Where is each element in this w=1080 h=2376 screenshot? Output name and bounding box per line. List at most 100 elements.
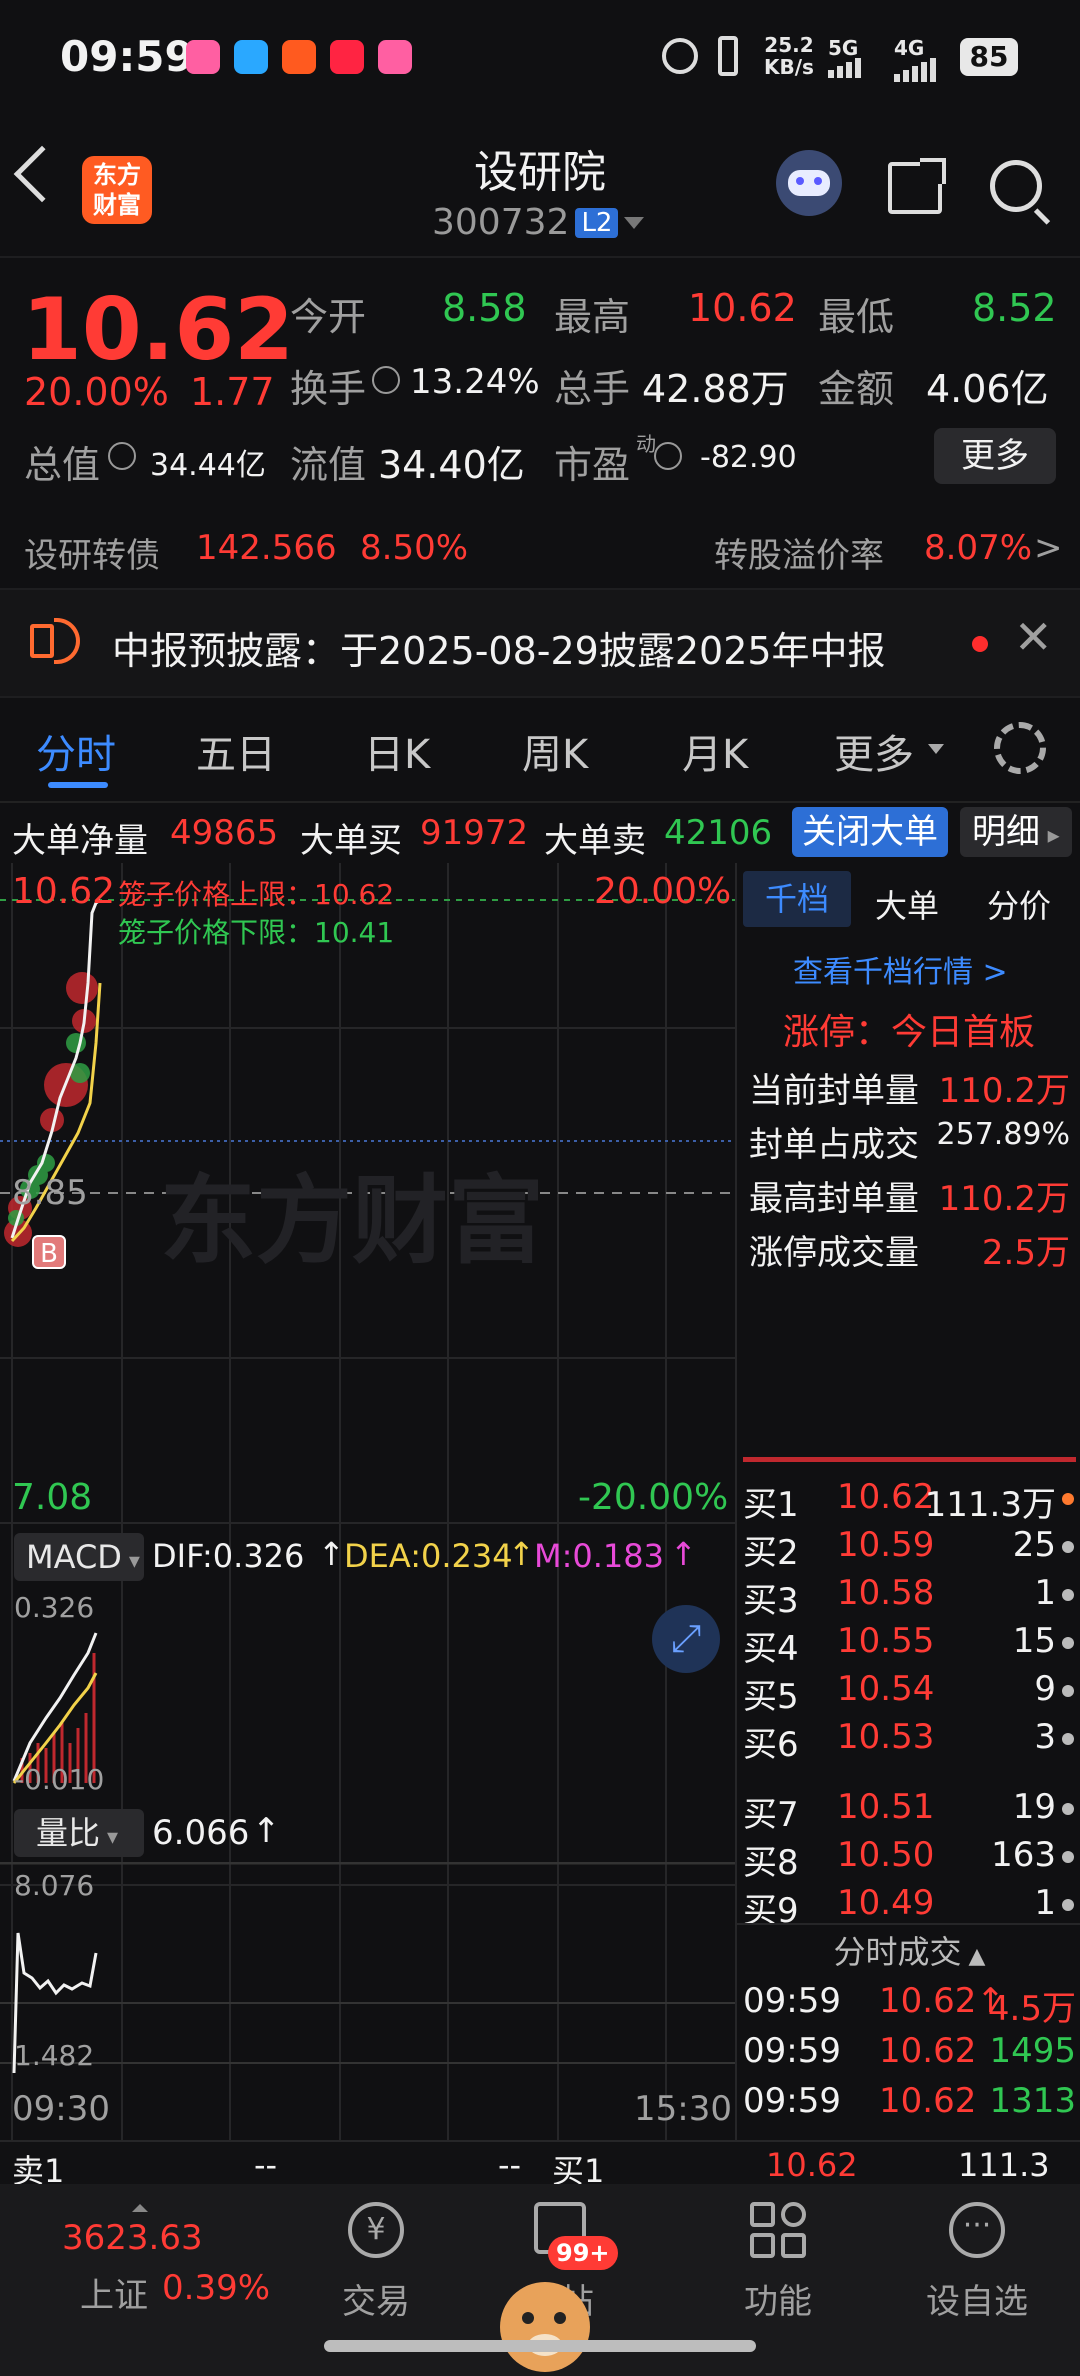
bid-price: 10.49 bbox=[837, 1883, 935, 1923]
app-icon bbox=[378, 40, 412, 74]
bid-price: 10.50 bbox=[837, 1835, 935, 1875]
tab-indicator bbox=[48, 782, 108, 788]
eastmoney-logo: 东方 财富 bbox=[82, 156, 152, 224]
nav-post[interactable]: 发帖 99+ bbox=[500, 2202, 620, 2372]
macd-bottom: -0.010 bbox=[14, 1763, 105, 1796]
bid-price: 10.54 bbox=[837, 1669, 935, 1709]
tab-price-split[interactable]: 分价 bbox=[987, 881, 1051, 927]
bid-price: 10.59 bbox=[837, 1525, 935, 1565]
view-thousand-level-link[interactable]: 查看千档行情 > bbox=[793, 947, 1008, 991]
bond-price: 142.566 bbox=[196, 528, 337, 568]
stock-header: 东方 财富 设研院 300732 L2 bbox=[0, 110, 1080, 258]
gear-icon[interactable] bbox=[994, 722, 1046, 774]
notice-banner[interactable]: 中报预披露：于2025-08-29披露2025年中报 ✕ bbox=[0, 588, 1080, 698]
home-indicator[interactable] bbox=[324, 2340, 756, 2352]
tab-thousand-level[interactable]: 千档 bbox=[743, 871, 851, 927]
net-label: 大单净量 bbox=[12, 821, 148, 861]
open-value: 8.58 bbox=[442, 286, 527, 330]
buy-value: 91972 bbox=[420, 813, 529, 853]
stock-code-selector[interactable]: 300732 L2 bbox=[432, 202, 645, 243]
close-big-order-button[interactable]: 关闭大单 bbox=[792, 807, 948, 857]
expand-icon[interactable]: ⤢ bbox=[652, 1605, 720, 1673]
macd-selector[interactable]: MACD ▾ bbox=[14, 1533, 144, 1581]
bid-price: 10.53 bbox=[837, 1717, 935, 1757]
nav-function[interactable]: 功能 bbox=[728, 2202, 828, 2352]
divider bbox=[737, 1923, 1080, 1925]
bid-volume: 9 bbox=[1034, 1669, 1056, 1709]
robot-assistant-icon[interactable] bbox=[776, 150, 842, 216]
change-amount: 1.77 bbox=[190, 370, 275, 414]
post-badge: 99+ bbox=[548, 2236, 618, 2270]
time-start: 09:30 bbox=[12, 2089, 110, 2129]
index-ticker[interactable]: 3623.63 上证 0.39% bbox=[40, 2204, 280, 2344]
macd-label: MACD bbox=[26, 1538, 122, 1576]
mcap-label: 总值 bbox=[24, 443, 101, 487]
close-icon[interactable]: ✕ bbox=[1014, 610, 1053, 664]
vibrate-icon bbox=[718, 36, 738, 76]
info-icon[interactable] bbox=[372, 366, 400, 394]
tab-more[interactable]: 更多 bbox=[834, 722, 914, 780]
back-icon[interactable] bbox=[13, 145, 71, 203]
bid-price: 10.62 bbox=[837, 1477, 935, 1517]
trade-volume: 4.5万 bbox=[987, 1989, 1076, 2029]
search-icon[interactable] bbox=[990, 160, 1051, 225]
share-icon[interactable] bbox=[888, 158, 946, 214]
low-label: 最低 bbox=[818, 295, 895, 339]
info-icon[interactable] bbox=[654, 442, 682, 470]
volume-ratio-top: 8.076 bbox=[14, 1869, 95, 1902]
tab-five-day[interactable]: 五日 bbox=[196, 722, 276, 780]
low-value: 8.52 bbox=[972, 286, 1057, 330]
float-value: 34.40亿 bbox=[378, 443, 525, 487]
float-label: 流值 bbox=[290, 443, 367, 487]
stat-value: 2.5万 bbox=[981, 1233, 1070, 1273]
trade-time: 09:59 bbox=[743, 2081, 841, 2121]
more-button[interactable]: 更多 bbox=[934, 428, 1056, 484]
stat-label: 当前封单量 bbox=[749, 1071, 919, 1111]
chart-top-pct: 20.00% bbox=[594, 871, 732, 912]
grid-icon bbox=[750, 2202, 806, 2258]
trades-header[interactable]: 分时成交 ▲ bbox=[737, 1927, 1080, 1977]
tab-big-order[interactable]: 大单 bbox=[875, 881, 939, 927]
stat-row: 最高封单量 110.2万 bbox=[737, 1171, 1080, 1219]
trade-price: 10.62 bbox=[879, 2081, 977, 2121]
bid-level: 买7 bbox=[743, 1795, 799, 1835]
logo-line1: 东方 bbox=[93, 161, 141, 189]
tab-weekly-k[interactable]: 周K bbox=[522, 722, 588, 780]
signal-4g: 4G bbox=[894, 36, 925, 60]
intraday-chart[interactable]: 10.62 笼子价格上限：10.62 笼子价格下限：10.41 20.00% 东… bbox=[0, 863, 735, 2140]
detail-label: 明细 bbox=[972, 812, 1040, 852]
amount-label: 金额 bbox=[818, 367, 895, 411]
macd-top: 0.326 bbox=[14, 1591, 95, 1624]
status-dot bbox=[1062, 1589, 1074, 1601]
chart-mid-price: 8.85 bbox=[12, 1173, 88, 1213]
nav-trade[interactable]: ¥ 交易 bbox=[326, 2202, 426, 2352]
quote-panel: 10.62 20.00% 1.77 今开 8.58 最高 10.62 最低 8.… bbox=[0, 258, 1080, 588]
tab-intraday[interactable]: 分时 bbox=[36, 722, 116, 780]
info-icon[interactable] bbox=[108, 442, 136, 470]
tab-daily-k[interactable]: 日K bbox=[364, 722, 430, 780]
net-speed: 25.2 KB/s bbox=[764, 34, 814, 78]
level1-quote-strip[interactable]: 卖1 -- -- 买1 10.62 111.3万 bbox=[0, 2140, 1080, 2228]
buy-point-marker[interactable]: B bbox=[32, 1235, 66, 1269]
app-icon bbox=[330, 40, 364, 74]
bid-level: 买8 bbox=[743, 1843, 799, 1883]
cage-lower: 笼子价格下限：10.41 bbox=[118, 916, 395, 949]
bid-list[interactable]: 买1 10.62 111.3万 买2 10.59 25 买3 10.58 1 买4 10.55… bbox=[737, 1477, 1080, 1787]
pe-label: 市盈 bbox=[554, 443, 631, 487]
pe-dynamic-mark: 动 bbox=[636, 432, 656, 456]
stat-row: 当前封单量 110.2万 bbox=[737, 1063, 1080, 1111]
volume-value: 42.88万 bbox=[642, 367, 789, 411]
detail-button[interactable]: 明细 ▸ bbox=[960, 807, 1072, 857]
volume-ratio-selector[interactable]: 量比 ▾ bbox=[14, 1809, 144, 1857]
yen-icon: ¥ bbox=[348, 2202, 404, 2258]
trades-list[interactable]: 09:59 10.62↑ 4.5万 09:59 10.62 1495 09:59 10.6… bbox=[737, 1981, 1080, 2131]
mascot-icon bbox=[500, 2282, 590, 2372]
high-label: 最高 bbox=[554, 295, 631, 339]
more-dots-icon: ··· bbox=[949, 2202, 1005, 2258]
bid-ask-divider bbox=[743, 1457, 1076, 1462]
bid-list-continued[interactable]: 买7 10.51 19 买8 10.50 163 买9 10.49 1 bbox=[737, 1787, 1080, 1937]
macd-dea: DEA:0.234 bbox=[344, 1537, 513, 1575]
convertible-bond-row[interactable]: 设研转债 142.566 8.50% 转股溢价率 8.07% > bbox=[0, 514, 1080, 588]
nav-add-watchlist[interactable]: ··· 设自选 bbox=[912, 2202, 1042, 2352]
tab-monthly-k[interactable]: 月K bbox=[682, 722, 748, 780]
